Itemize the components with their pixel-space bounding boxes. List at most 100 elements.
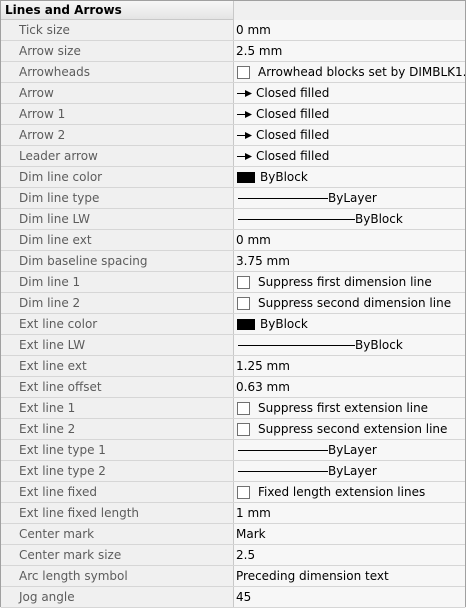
- property-value[interactable]: ByBlock: [234, 209, 465, 229]
- property-row-ext-line-type-1[interactable]: Ext line type 1 ByLayer: [1, 440, 465, 461]
- property-value-text: 0 mm: [236, 233, 271, 247]
- property-value[interactable]: ByBlock: [234, 335, 465, 355]
- property-value-text: 1.25 mm: [236, 359, 290, 373]
- property-label: Ext line type 2: [1, 461, 234, 481]
- property-value[interactable]: Closed filled: [234, 104, 465, 124]
- property-row-dim-baseline-spacing[interactable]: Dim baseline spacing 3.75 mm: [1, 251, 465, 272]
- property-value[interactable]: 2.5: [234, 545, 465, 565]
- property-value[interactable]: ByLayer: [234, 188, 465, 208]
- property-value-text: ByBlock: [260, 317, 308, 331]
- line-preview-icon: [238, 470, 328, 472]
- closed-filled-arrow-icon: [237, 89, 252, 97]
- property-row-arrow-size[interactable]: Arrow size 2.5 mm: [1, 41, 465, 62]
- property-row-arc-length-symbol[interactable]: Arc length symbol Preceding dimension tex…: [1, 566, 465, 587]
- property-row-dim-line-ext[interactable]: Dim line ext 0 mm: [1, 230, 465, 251]
- property-value[interactable]: Closed filled: [234, 146, 465, 166]
- line-preview-icon: [238, 197, 328, 199]
- line-preview-icon: [238, 218, 355, 220]
- property-row-dim-line-1[interactable]: Dim line 1 Suppress first dimension line: [1, 272, 465, 293]
- property-value-text: 0.63 mm: [236, 380, 290, 394]
- property-row-ext-line-lw[interactable]: Ext line LW ByBlock: [1, 335, 465, 356]
- property-value-text: Suppress second dimension line: [258, 296, 452, 310]
- property-value[interactable]: Suppress first extension line: [234, 398, 465, 418]
- property-value-text: Suppress first extension line: [258, 401, 429, 415]
- checkbox-icon[interactable]: [237, 401, 250, 415]
- property-row-jog-angle[interactable]: Jog angle 45: [1, 587, 465, 608]
- property-row-arrowheads[interactable]: Arrowheads Arrowhead blocks set by DIMBLK…: [1, 62, 465, 83]
- property-label: Dim line 1: [1, 272, 234, 292]
- property-row-center-mark-size[interactable]: Center mark size 2.5: [1, 545, 465, 566]
- property-row-dim-line-2[interactable]: Dim line 2 Suppress second dimension line: [1, 293, 465, 314]
- property-row-leader-arrow[interactable]: Leader arrow Closed filled: [1, 146, 465, 167]
- property-value-text: ByBlock: [260, 170, 308, 184]
- line-preview-icon: [238, 449, 328, 451]
- property-rows: Tick size 0 mm Arrow size 2.5 mm Arrowheads A…: [1, 20, 465, 608]
- checkbox-icon[interactable]: [237, 485, 250, 499]
- property-value[interactable]: 0 mm: [234, 230, 465, 250]
- property-row-ext-line-fixed[interactable]: Ext line fixed Fixed length extension lin…: [1, 482, 465, 503]
- property-value[interactable]: Closed filled: [234, 83, 465, 103]
- property-value[interactable]: Suppress second extension line: [234, 419, 465, 439]
- property-label: Dim baseline spacing: [1, 251, 234, 271]
- property-row-ext-line-color[interactable]: Ext line color ByBlock: [1, 314, 465, 335]
- property-value[interactable]: 3.75 mm: [234, 251, 465, 271]
- property-value[interactable]: ByBlock: [234, 167, 465, 187]
- property-label: Jog angle: [1, 587, 234, 607]
- property-value[interactable]: Mark: [234, 524, 465, 544]
- property-row-arrow-2[interactable]: Arrow 2 Closed filled: [1, 125, 465, 146]
- checkbox-icon[interactable]: [237, 65, 250, 79]
- property-row-center-mark[interactable]: Center mark Mark: [1, 524, 465, 545]
- property-row-dim-line-type[interactable]: Dim line type ByLayer: [1, 188, 465, 209]
- property-label: Ext line fixed: [1, 482, 234, 502]
- property-value[interactable]: 1.25 mm: [234, 356, 465, 376]
- property-value-text: Closed filled: [256, 86, 330, 100]
- property-value[interactable]: Preceding dimension text: [234, 566, 465, 586]
- section-header-lines-and-arrows[interactable]: Lines and Arrows: [1, 1, 234, 20]
- property-value[interactable]: Closed filled: [234, 125, 465, 145]
- property-value[interactable]: 0.63 mm: [234, 377, 465, 397]
- checkbox-icon[interactable]: [237, 296, 250, 310]
- property-label: Center mark size: [1, 545, 234, 565]
- property-label: Arrow 1: [1, 104, 234, 124]
- property-value[interactable]: ByLayer: [234, 461, 465, 481]
- property-value-text: 3.75 mm: [236, 254, 290, 268]
- property-value[interactable]: Arrowhead blocks set by DIMBLK1...: [234, 62, 465, 82]
- property-row-dim-line-color[interactable]: Dim line color ByBlock: [1, 167, 465, 188]
- property-value[interactable]: 0 mm: [234, 20, 465, 40]
- color-swatch-icon: [237, 318, 255, 330]
- property-row-tick-size[interactable]: Tick size 0 mm: [1, 20, 465, 41]
- property-label: Dim line LW: [1, 209, 234, 229]
- property-value-text: 1 mm: [236, 506, 271, 520]
- property-value[interactable]: Suppress first dimension line: [234, 272, 465, 292]
- property-value-text: Preceding dimension text: [236, 569, 389, 583]
- property-row-ext-line-ext[interactable]: Ext line ext 1.25 mm: [1, 356, 465, 377]
- checkbox-icon[interactable]: [237, 422, 250, 436]
- property-row-ext-line-2[interactable]: Ext line 2 Suppress second extension line: [1, 419, 465, 440]
- property-row-arrow[interactable]: Arrow Closed filled: [1, 83, 465, 104]
- property-value-text: ByLayer: [328, 443, 377, 457]
- property-row-ext-line-1[interactable]: Ext line 1 Suppress first extension line: [1, 398, 465, 419]
- property-row-dim-line-lw[interactable]: Dim line LW ByBlock: [1, 209, 465, 230]
- property-value[interactable]: ByLayer: [234, 440, 465, 460]
- property-value-text: Arrowhead blocks set by DIMBLK1...: [258, 65, 465, 79]
- property-row-ext-line-offset[interactable]: Ext line offset 0.63 mm: [1, 377, 465, 398]
- checkbox-icon[interactable]: [237, 275, 250, 289]
- property-label: Dim line type: [1, 188, 234, 208]
- property-value-text: Fixed length extension lines: [258, 485, 426, 499]
- property-label: Ext line 1: [1, 398, 234, 418]
- property-value[interactable]: 2.5 mm: [234, 41, 465, 61]
- property-value-text: Closed filled: [256, 149, 330, 163]
- property-value[interactable]: Suppress second dimension line: [234, 293, 465, 313]
- property-value[interactable]: Fixed length extension lines: [234, 482, 465, 502]
- property-value[interactable]: ByBlock: [234, 314, 465, 334]
- property-label: Ext line fixed length: [1, 503, 234, 523]
- property-label: Dim line ext: [1, 230, 234, 250]
- property-value-text: ByBlock: [355, 338, 403, 352]
- property-row-ext-line-type-2[interactable]: Ext line type 2 ByLayer: [1, 461, 465, 482]
- property-row-arrow-1[interactable]: Arrow 1 Closed filled: [1, 104, 465, 125]
- property-value[interactable]: 45: [234, 587, 465, 607]
- property-row-ext-line-fixed-length[interactable]: Ext line fixed length 1 mm: [1, 503, 465, 524]
- property-label: Ext line color: [1, 314, 234, 334]
- property-value-text: ByBlock: [355, 212, 403, 226]
- property-value[interactable]: 1 mm: [234, 503, 465, 523]
